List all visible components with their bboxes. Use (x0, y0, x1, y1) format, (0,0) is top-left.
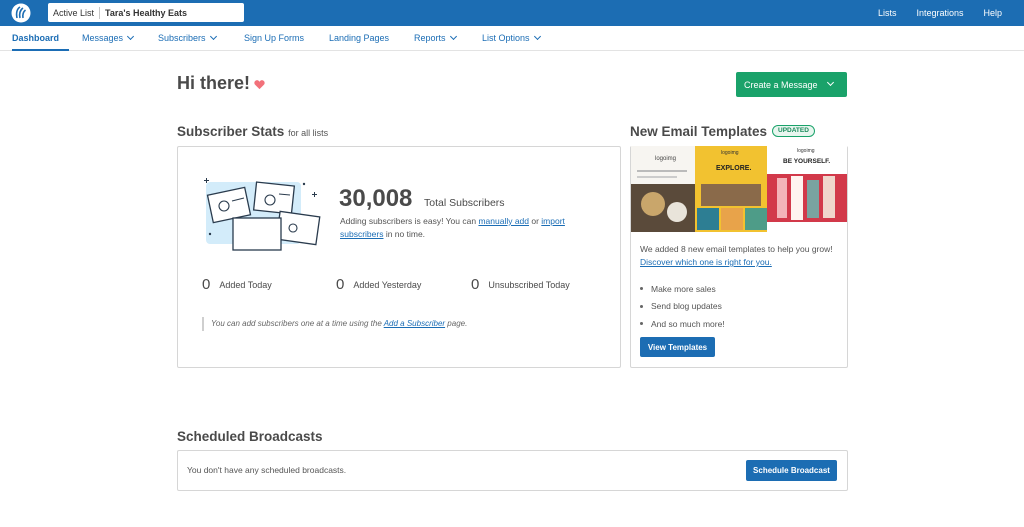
adding-text-post: in no time. (383, 229, 426, 239)
added-yesterday-label: Added Yesterday (353, 280, 422, 290)
unsubscribed-today-stat: 0 Unsubscribed Today (471, 276, 570, 293)
list-item: Send blog updates (640, 298, 725, 316)
create-message-button[interactable]: Create a Message (736, 72, 847, 97)
add-a-subscriber-link[interactable]: Add a Subscriber (384, 319, 445, 328)
top-nav-integrations[interactable]: Integrations (916, 8, 963, 18)
nav-sign-up-forms-label: Sign Up Forms (244, 33, 305, 43)
nav-landing-pages[interactable]: Landing Pages (329, 26, 389, 51)
preview-be-yourself-text: BE YOURSELF. (783, 158, 831, 165)
scheduled-broadcasts-title: Scheduled Broadcasts (177, 429, 323, 444)
adding-text-pre: Adding subscribers is easy! You can (340, 216, 479, 226)
tip-text-post: page. (445, 319, 468, 328)
create-message-label: Create a Message (744, 79, 818, 90)
added-today-value: 0 (202, 276, 211, 293)
list-item: Make more sales (640, 280, 725, 298)
chevron-down-icon[interactable] (826, 78, 834, 87)
nav-landing-pages-label: Landing Pages (329, 33, 390, 43)
unsubscribed-today-value: 0 (471, 276, 480, 293)
main-nav: Dashboard Messages Subscribers Sign Up F… (0, 26, 1024, 51)
aweber-logo-icon[interactable] (11, 3, 31, 23)
nav-sign-up-forms[interactable]: Sign Up Forms (244, 26, 304, 51)
subscriber-cards-illustration (204, 178, 321, 251)
nav-reports[interactable]: Reports (414, 26, 457, 51)
adding-subscribers-text: Adding subscribers is easy! You can manu… (340, 215, 600, 241)
preview-explore-text: EXPLORE. (716, 165, 752, 172)
nav-dashboard[interactable]: Dashboard (12, 26, 69, 51)
added-yesterday-stat: 0 Added Yesterday (336, 276, 421, 293)
updated-badge: UPDATED (772, 125, 815, 137)
nav-list-options[interactable]: List Options (482, 26, 541, 51)
top-nav-lists[interactable]: Lists (878, 8, 897, 18)
total-subscribers-count: 30,008 (339, 185, 413, 212)
preview-logo-text-2: logoimg (721, 150, 739, 156)
templates-description: We added 8 new email templates to help y… (640, 243, 840, 269)
preview-logo-text-3: logoimg (797, 148, 815, 154)
subscriber-stats-heading: Subscriber Stats for all lists (177, 124, 328, 139)
total-subscribers-label: Total Subscribers (424, 197, 505, 209)
nav-messages-label: Messages (82, 33, 124, 43)
nav-reports-label: Reports (414, 33, 446, 43)
schedule-broadcast-button[interactable]: Schedule Broadcast (746, 460, 837, 481)
nav-messages[interactable]: Messages (82, 26, 135, 51)
active-list-label: Active List (48, 6, 101, 19)
email-templates-title: New Email Templates (630, 124, 768, 139)
subscriber-stats-suffix: for all lists (288, 128, 329, 138)
nav-list-options-label: List Options (482, 33, 530, 43)
added-yesterday-value: 0 (336, 276, 345, 293)
preview-logo-text-1: logoimg (655, 156, 677, 162)
page-title: Hi there! (177, 73, 251, 93)
tip-text-pre: You can add subscribers one at a time us… (211, 319, 384, 328)
chevron-down-icon (209, 32, 217, 41)
adding-text-or: or (529, 216, 542, 226)
templates-text-pre: We added 8 new email templates to help y… (640, 244, 833, 254)
added-today-label: Added Today (219, 280, 272, 290)
unsubscribed-today-label: Unsubscribed Today (488, 280, 570, 290)
add-subscriber-tip: You can add subscribers one at a time us… (202, 317, 467, 331)
active-list-value: Tara's Healthy Eats (105, 7, 188, 18)
added-today-stat: 0 Added Today (202, 276, 272, 293)
subscriber-stats-title: Subscriber Stats (177, 124, 285, 139)
chevron-down-icon (449, 32, 457, 41)
top-nav-help[interactable]: Help (983, 8, 1002, 18)
chevron-down-icon (126, 32, 135, 41)
list-item: And so much more! (640, 315, 725, 333)
email-templates-preview[interactable]: logoimg logoimg EXPLORE. logoimg BE YOUR… (631, 146, 847, 232)
active-list-selector[interactable]: Active List Tara's Healthy Eats (48, 3, 244, 22)
top-bar: Active List Tara's Healthy Eats Lists In… (0, 0, 1024, 26)
discover-templates-link[interactable]: Discover which one is right for you. (640, 257, 772, 267)
no-broadcasts-message: You don't have any scheduled broadcasts. (187, 465, 347, 475)
chevron-down-icon (533, 32, 541, 41)
nav-subscribers-label: Subscribers (158, 33, 206, 43)
top-nav: Lists Integrations Help (878, 0, 1024, 26)
heart-icon (254, 80, 265, 90)
view-templates-button[interactable]: View Templates (640, 337, 715, 357)
manually-add-link[interactable]: manually add (478, 216, 529, 226)
nav-dashboard-label: Dashboard (12, 33, 60, 43)
templates-benefits-list: Make more sales Send blog updates And so… (640, 280, 725, 333)
nav-subscribers[interactable]: Subscribers (158, 26, 217, 51)
